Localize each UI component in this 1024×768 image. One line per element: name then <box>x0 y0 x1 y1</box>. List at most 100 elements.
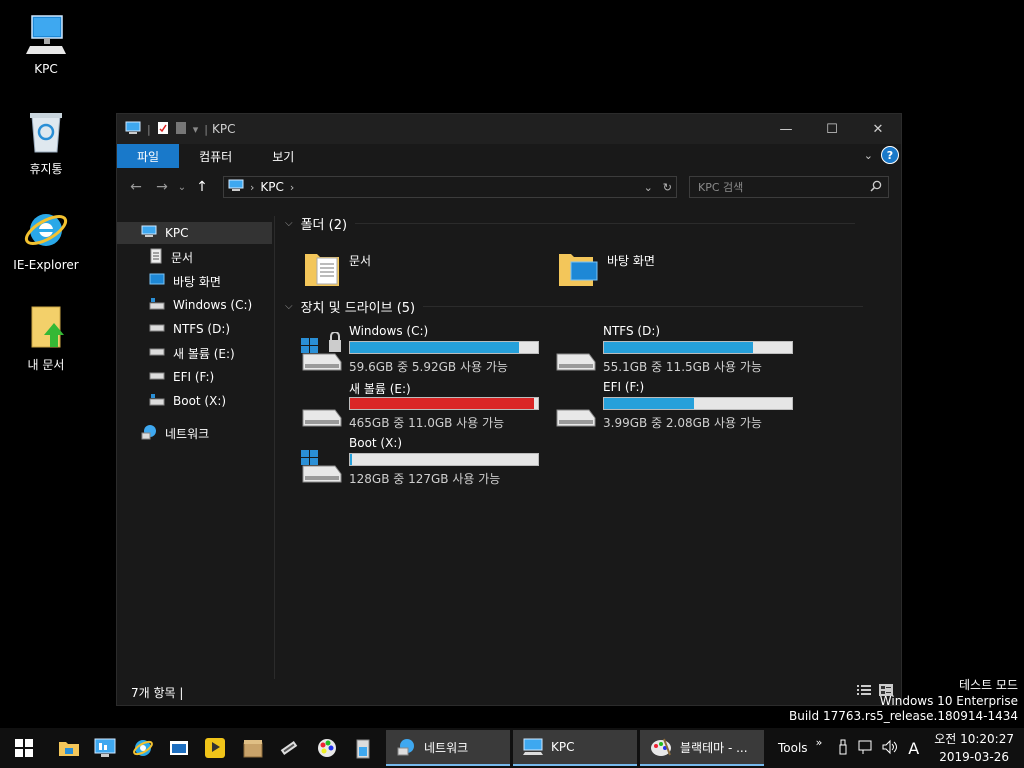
minimize-button[interactable]: — <box>763 114 809 144</box>
title-bar[interactable]: | ▾ | KPC — ☐ ✕ <box>117 114 901 144</box>
forward-button[interactable]: → <box>149 174 175 200</box>
breadcrumb-chevron-icon[interactable]: › <box>290 181 294 194</box>
search-input[interactable] <box>698 180 858 194</box>
desktop-icon-ie[interactable]: IE-Explorer <box>6 206 86 272</box>
internet-explorer-pin-icon[interactable] <box>126 732 160 764</box>
window-app-pin-icon[interactable] <box>162 732 196 764</box>
customize-toolbar-icon[interactable]: ▾ <box>193 123 199 136</box>
up-button[interactable]: ↑ <box>189 174 215 200</box>
nav-item-label: Boot (X:) <box>173 394 227 408</box>
control-panel-pin-icon[interactable] <box>88 732 122 764</box>
address-bar[interactable]: › KPC › ⌄ ↻ <box>223 176 677 198</box>
taskbar-task-black-theme[interactable]: 블랙테마 - ... <box>640 730 764 766</box>
desktop-folder-icon <box>557 244 599 291</box>
taskbar-task-kpc[interactable]: KPC <box>513 730 637 766</box>
address-dropdown-icon[interactable]: ⌄ <box>644 181 653 194</box>
start-button[interactable] <box>0 728 48 768</box>
toolbar-expand-icon[interactable]: » <box>816 736 823 749</box>
drive-item-c[interactable]: Windows (C:) 59.6GB 중 5.92GB 사용 가능 <box>299 324 549 378</box>
group-title: 장치 및 드라이브 (5) <box>300 301 416 316</box>
expand-ribbon-icon[interactable]: ⌄ <box>864 149 873 162</box>
properties-icon[interactable] <box>157 121 169 138</box>
new-folder-icon[interactable] <box>175 121 187 138</box>
nav-item-label: 네트워크 <box>165 426 210 441</box>
archive-pin-icon[interactable] <box>236 732 270 764</box>
close-button[interactable]: ✕ <box>855 114 901 144</box>
search-icon[interactable] <box>870 180 882 195</box>
nav-item-desktop[interactable]: 바탕 화면 <box>149 270 221 292</box>
nav-item-drive-d[interactable]: NTFS (D:) <box>149 318 230 340</box>
desktop-icon-kpc[interactable]: KPC <box>6 10 86 76</box>
drive-item-e[interactable]: 새 볼륨 (E:) 465GB 중 11.0GB 사용 가능 <box>299 380 549 434</box>
system-clock[interactable]: 오전 10:20:27 2019-03-26 <box>934 730 1014 766</box>
window-title: KPC <box>211 122 236 136</box>
nav-item-network[interactable]: 네트워크 <box>141 422 209 444</box>
volume-icon[interactable] <box>882 739 898 758</box>
desktop-icon-label: 휴지통 <box>29 162 63 176</box>
folder-item-desktop[interactable]: 바탕 화면 <box>557 244 655 291</box>
usb-icon[interactable] <box>838 739 848 758</box>
drive-icon <box>149 322 165 336</box>
desktop-icon-label: 내 문서 <box>27 358 65 372</box>
nav-item-documents[interactable]: 문서 <box>149 246 193 268</box>
content-pane: ⌵ 폴더 (2) 문서 바탕 화면 ⌵ 장치 및 드라이브 (5) Window… <box>279 210 899 680</box>
internet-explorer-icon <box>22 206 70 254</box>
input-method-indicator[interactable]: A <box>908 739 919 758</box>
battery-app-pin-icon[interactable] <box>346 732 380 764</box>
drive-usage-bar <box>603 341 793 354</box>
system-drive-locked-icon <box>301 332 342 371</box>
tab-computer[interactable]: 컴퓨터 <box>179 144 252 168</box>
nav-item-label: 문서 <box>171 250 194 265</box>
taskbar-task-network[interactable]: 네트워크 <box>386 730 510 766</box>
search-box[interactable] <box>689 176 889 198</box>
system-tray: Tools » A <box>778 728 919 768</box>
desktop-icon-recycle-bin[interactable]: 휴지통 <box>6 108 86 177</box>
tab-view[interactable]: 보기 <box>252 144 314 168</box>
help-button[interactable]: ? <box>881 146 899 164</box>
windows-logo-icon <box>15 739 33 757</box>
tools-pin-icon[interactable] <box>272 732 306 764</box>
group-title: 폴더 (2) <box>300 218 348 233</box>
breadcrumb-kpc[interactable]: KPC <box>260 180 283 194</box>
drive-item-f[interactable]: EFI (F:) 3.99GB 중 2.08GB 사용 가능 <box>553 380 803 434</box>
nav-item-kpc[interactable]: KPC <box>117 222 272 244</box>
drive-name: Windows (C:) <box>349 324 429 338</box>
nav-item-drive-c[interactable]: Windows (C:) <box>149 294 252 316</box>
nav-item-drive-e[interactable]: 새 볼륨 (E:) <box>149 342 235 364</box>
documents-icon <box>149 248 163 267</box>
nav-item-label: 바탕 화면 <box>173 274 221 289</box>
drive-icon <box>149 346 165 360</box>
drive-item-x[interactable]: Boot (X:) 128GB 중 127GB 사용 가능 <box>299 436 549 490</box>
tools-toolbar-label[interactable]: Tools <box>778 741 808 755</box>
desktop-icon-label: IE-Explorer <box>13 258 79 272</box>
desktop-icon-my-documents[interactable]: 내 문서 <box>6 304 86 373</box>
nav-item-drive-f[interactable]: EFI (F:) <box>149 366 214 388</box>
file-explorer-pin-icon[interactable] <box>52 732 86 764</box>
folder-item-documents[interactable]: 문서 <box>303 244 371 291</box>
breadcrumb-chevron-icon[interactable]: › <box>250 181 254 194</box>
computer-icon <box>22 10 70 58</box>
back-button[interactable]: ← <box>123 174 149 200</box>
system-drive-icon <box>149 393 165 409</box>
drive-usage-fill <box>604 342 753 353</box>
refresh-icon[interactable]: ↻ <box>663 181 672 194</box>
drive-item-d[interactable]: NTFS (D:) 55.1GB 중 11.5GB 사용 가능 <box>553 324 803 378</box>
nav-item-drive-x[interactable]: Boot (X:) <box>149 390 226 412</box>
clock-date: 2019-03-26 <box>939 750 1009 764</box>
drive-name: Boot (X:) <box>349 436 403 450</box>
paint-pin-icon[interactable] <box>310 732 344 764</box>
group-header-folders[interactable]: ⌵ 폴더 (2) <box>285 214 856 233</box>
network-tray-icon[interactable] <box>858 739 874 758</box>
maximize-button[interactable]: ☐ <box>809 114 855 144</box>
collapse-chevron-icon[interactable]: ⌵ <box>285 301 293 312</box>
quick-access-toolbar: | ▾ | <box>117 121 208 138</box>
tab-file[interactable]: 파일 <box>117 144 180 168</box>
drive-icon <box>149 370 165 384</box>
group-header-drives[interactable]: ⌵ 장치 및 드라이브 (5) <box>285 297 864 316</box>
player-pin-icon[interactable] <box>198 732 232 764</box>
nav-item-label: NTFS (D:) <box>173 322 231 336</box>
collapse-chevron-icon[interactable]: ⌵ <box>285 218 293 229</box>
recent-locations-button[interactable]: ⌄ <box>175 174 189 200</box>
watermark-line: 테스트 모드 <box>958 678 1018 692</box>
drive-free-space: 3.99GB 중 2.08GB 사용 가능 <box>603 416 762 430</box>
